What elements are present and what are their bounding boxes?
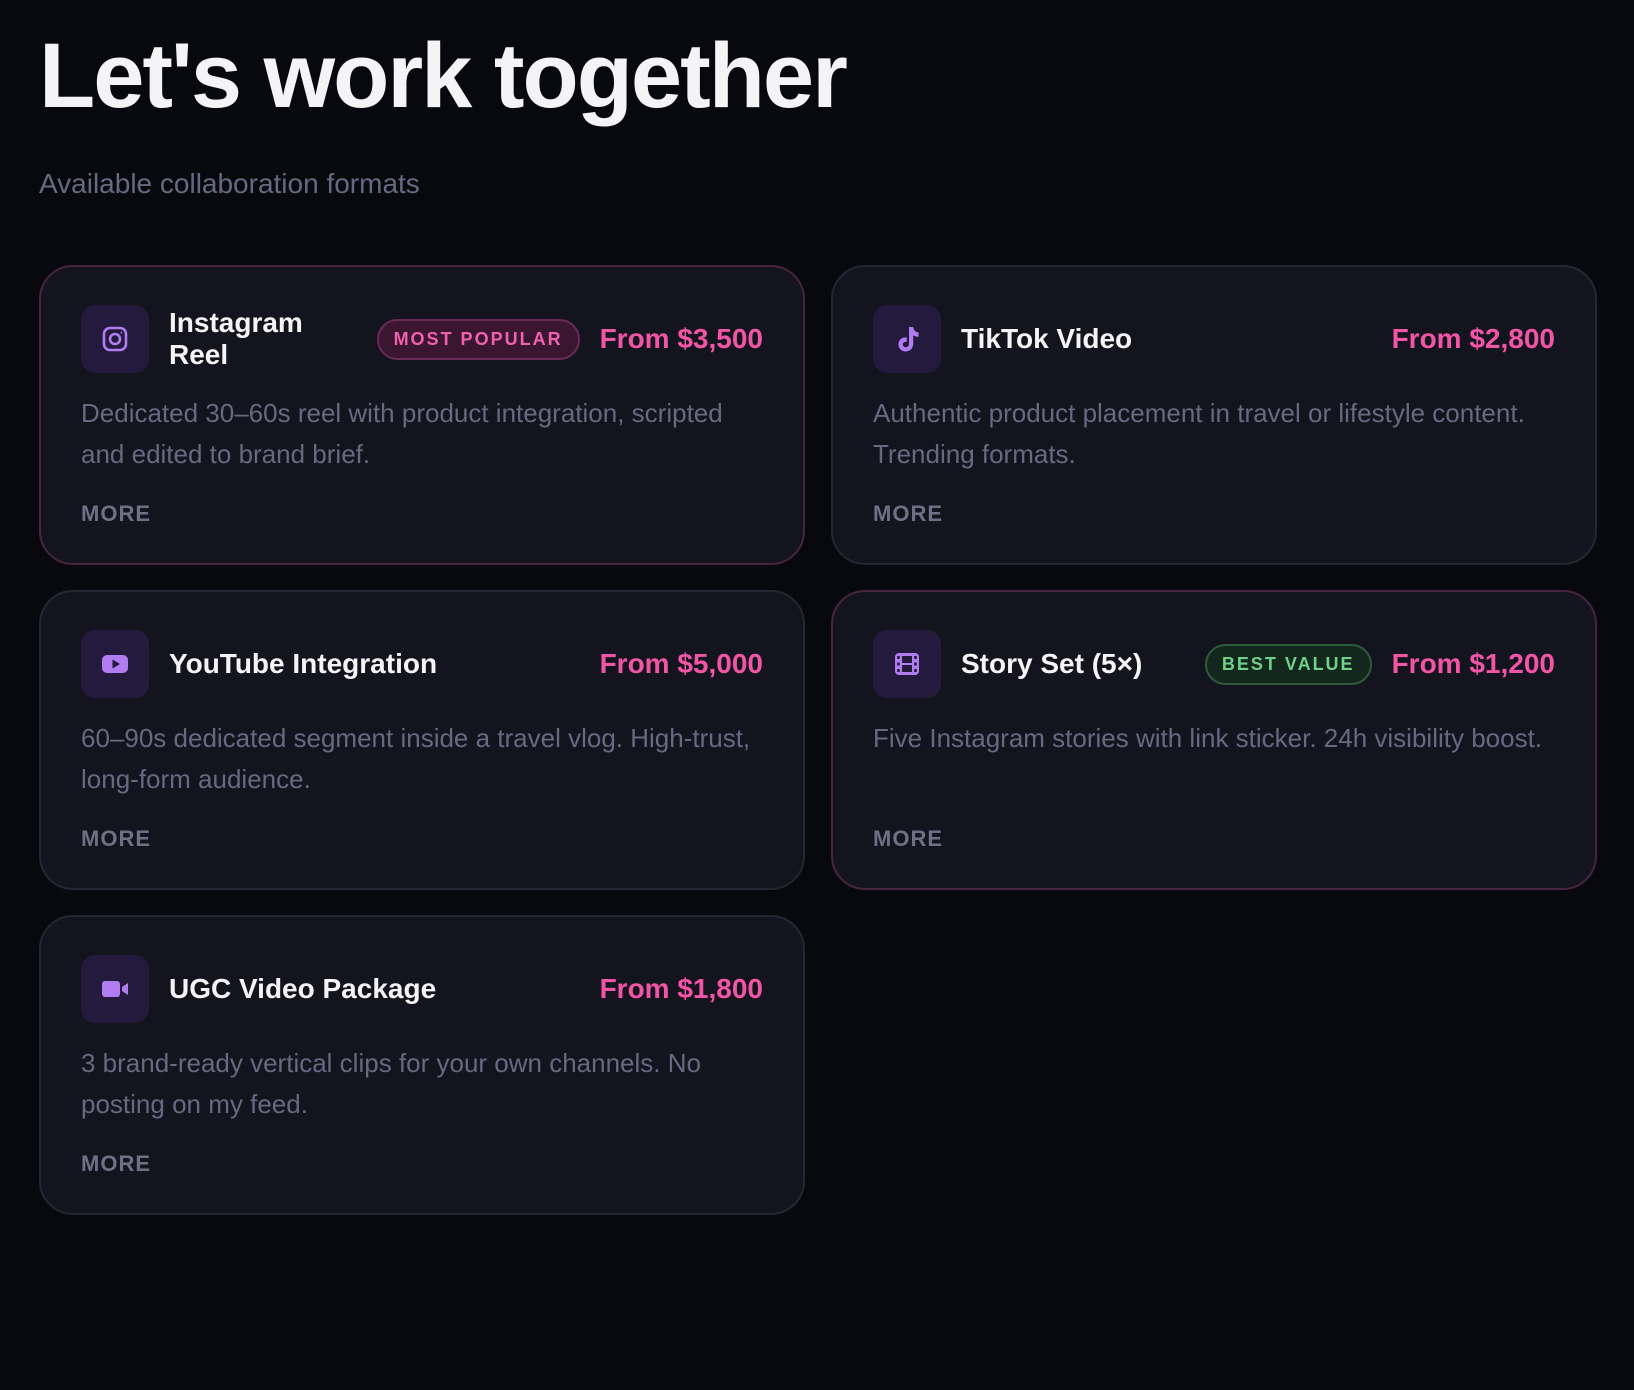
best-value-badge: BEST VALUE xyxy=(1204,643,1372,685)
most-popular-badge: MOST POPULAR xyxy=(376,318,580,360)
page-subtitle: Available collaboration formats xyxy=(39,168,420,199)
youtube-icon xyxy=(81,630,149,698)
card-description: Authentic product placement in travel or… xyxy=(873,398,1525,469)
card-description: Dedicated 30–60s reel with product integ… xyxy=(81,398,723,469)
card-description: 3 brand-ready vertical clips for your ow… xyxy=(81,1048,701,1119)
card-price: From $1,800 xyxy=(599,973,763,1004)
card-header: UGC Video Package From $1,800 xyxy=(81,955,763,1023)
format-card-instagram-reel[interactable]: Instagram Reel MOST POPULAR From $3,500 … xyxy=(39,265,805,565)
card-description: Five Instagram stories with link sticker… xyxy=(873,723,1543,753)
card-header: Story Set (5×) BEST VALUE From $1,200 xyxy=(873,630,1555,698)
card-price: From $5,000 xyxy=(599,648,763,679)
more-link[interactable]: MORE xyxy=(873,501,943,527)
tiktok-icon xyxy=(873,305,941,373)
more-link[interactable]: MORE xyxy=(81,826,151,852)
card-title: YouTube Integration xyxy=(169,647,438,679)
card-header: TikTok Video From $2,800 xyxy=(873,305,1555,373)
page-title: Let's work together xyxy=(39,25,848,127)
card-price: From $1,200 xyxy=(1391,648,1555,679)
card-title: UGC Video Package xyxy=(169,972,437,1004)
card-price: From $2,800 xyxy=(1391,323,1555,354)
card-description: 60–90s dedicated segment inside a travel… xyxy=(81,723,751,794)
card-title: Instagram Reel xyxy=(169,306,303,370)
card-header: YouTube Integration From $5,000 xyxy=(81,630,763,698)
format-card-youtube-integration[interactable]: YouTube Integration From $5,000 60–90s d… xyxy=(39,590,805,890)
instagram-icon xyxy=(81,305,149,373)
more-link[interactable]: MORE xyxy=(81,501,151,527)
more-link[interactable]: MORE xyxy=(81,1151,151,1177)
film-icon xyxy=(873,630,941,698)
format-card-story-set[interactable]: Story Set (5×) BEST VALUE From $1,200 Fi… xyxy=(831,590,1597,890)
video-camera-icon xyxy=(81,955,149,1023)
card-header: Instagram Reel MOST POPULAR From $3,500 xyxy=(81,305,763,373)
card-title: Story Set (5×) xyxy=(961,647,1143,679)
card-price: From $3,500 xyxy=(599,323,763,354)
more-link[interactable]: MORE xyxy=(873,826,943,852)
format-card-ugc-video-package[interactable]: UGC Video Package From $1,800 3 brand-re… xyxy=(39,915,805,1215)
format-card-tiktok-video[interactable]: TikTok Video From $2,800 Authentic produ… xyxy=(831,265,1597,565)
card-title: TikTok Video xyxy=(961,322,1133,354)
